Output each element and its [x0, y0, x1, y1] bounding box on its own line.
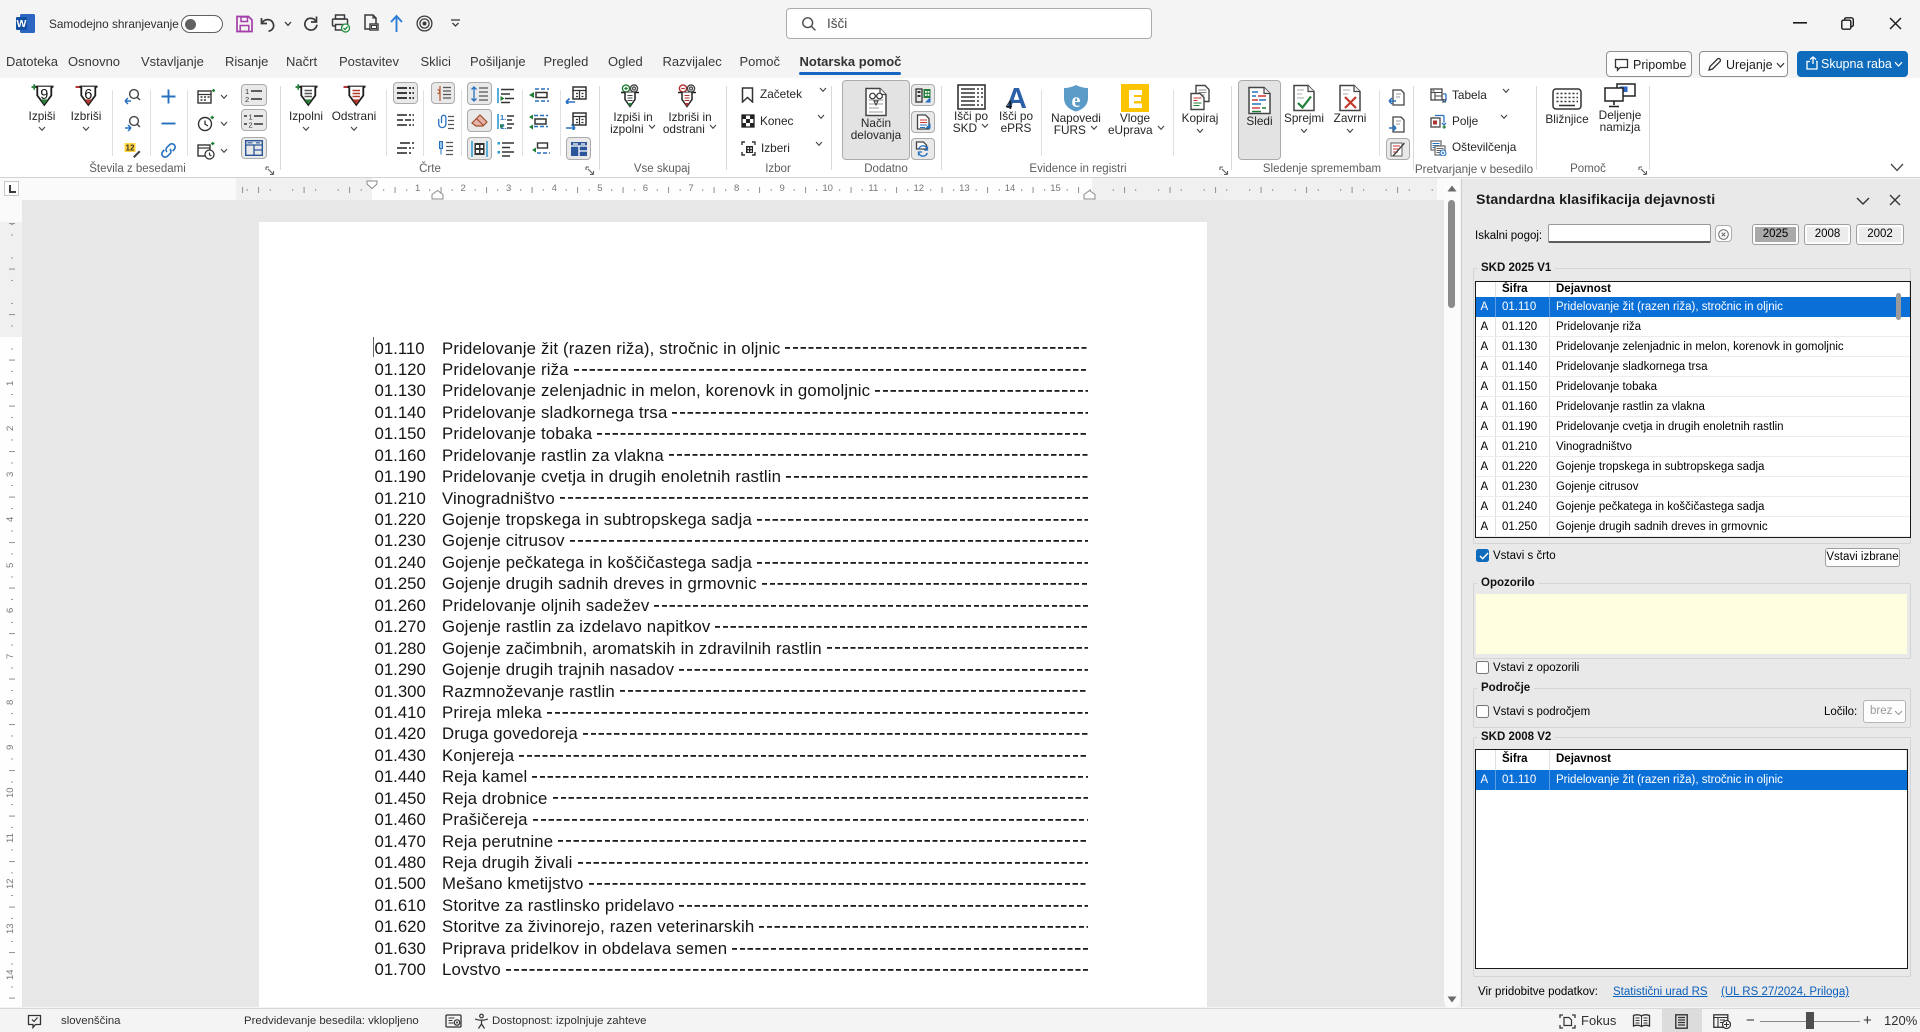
- svg-text:2: 2: [249, 121, 253, 129]
- svg-text:e: e: [1072, 90, 1081, 112]
- svg-text:2: 2: [245, 95, 249, 103]
- svg-text:W: W: [17, 18, 27, 30]
- svg-text:12: 12: [126, 144, 135, 153]
- svg-text:1.: 1.: [500, 113, 506, 122]
